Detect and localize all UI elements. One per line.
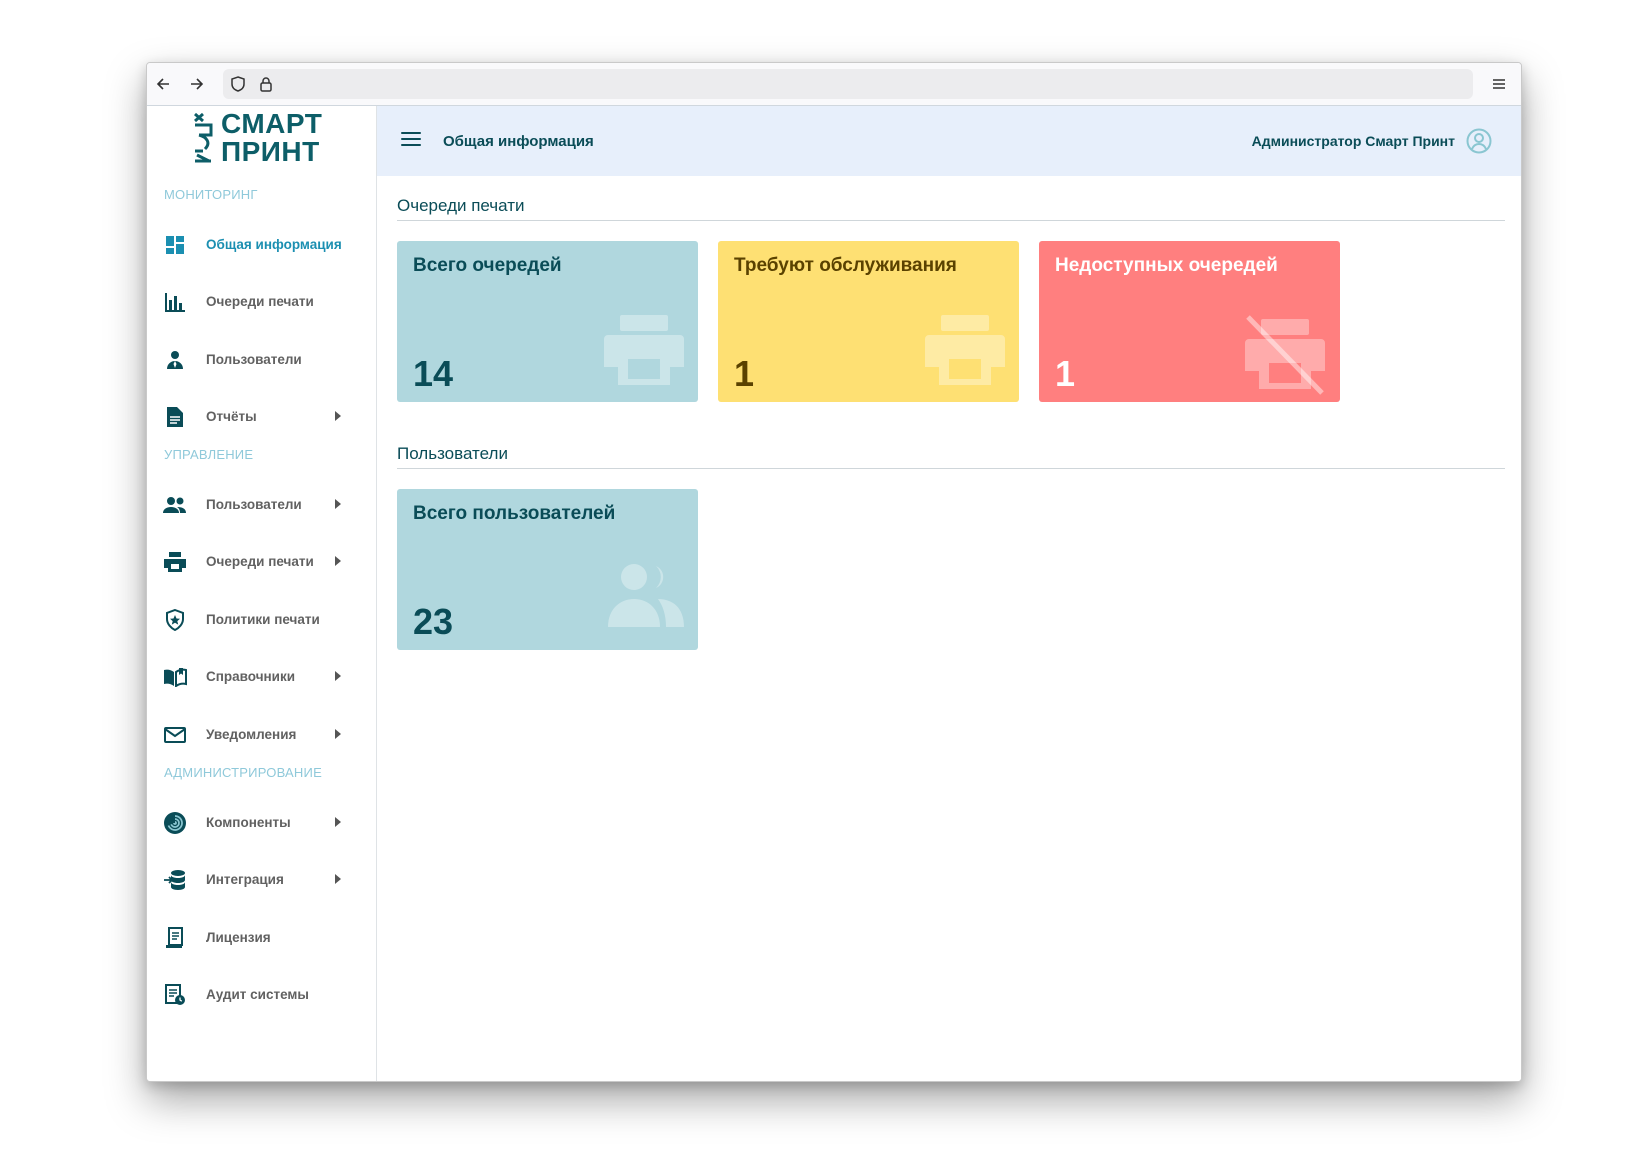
printer-icon [925,315,1005,392]
sidebar-item-directories[interactable]: Справочники [147,657,376,697]
submenu-arrow-icon [335,556,341,566]
sidebar-item-users-management[interactable]: Пользователи [147,485,376,525]
printer-icon [163,550,187,574]
database-import-icon [163,868,187,892]
back-arrow-icon[interactable] [151,72,175,96]
lock-icon [257,75,275,98]
forward-arrow-icon[interactable] [185,72,209,96]
sidebar-item-system-audit[interactable]: Аудит системы [147,975,376,1015]
sidebar-item-components[interactable]: Компоненты [147,803,376,843]
submenu-arrow-icon [335,817,341,827]
section-divider [397,468,1505,469]
queues-section-heading: Очереди печати [397,196,525,215]
hamburger-menu-icon[interactable] [401,132,421,148]
card-value: 1 [734,353,755,394]
smart-print-logo[interactable]: СМАРТ ПРИНТ [191,110,322,166]
address-bar[interactable] [223,69,1473,99]
total-queues-card[interactable]: Всего очередей 14 [397,241,698,402]
total-users-card[interactable]: Всего пользователей 23 [397,489,698,650]
submenu-arrow-icon [335,499,341,509]
sidebar-item-overview[interactable]: Общая информация [147,225,376,265]
section-divider [397,220,1505,221]
users-section-heading: Пользователи [397,444,508,463]
sidebar-item-label: Очереди печати [206,554,314,569]
unavailable-queues-card[interactable]: Недоступных очередей 1 [1039,241,1340,402]
users-icon [608,563,684,632]
printer-icon [604,315,684,392]
card-title: Всего очередей [413,255,562,276]
card-title: Требуют обслуживания [734,255,957,276]
user-avatar-icon[interactable] [1466,128,1492,154]
browser-menu-icon[interactable] [1487,72,1511,96]
bar-chart-icon [163,290,187,314]
sidebar-item-queues-management[interactable]: Очереди печати [147,542,376,582]
submenu-arrow-icon [335,874,341,884]
card-title: Всего пользователей [413,503,616,524]
submenu-arrow-icon [335,729,341,739]
sidebar-item-label: Лицензия [206,930,271,945]
sidebar-item-label: Интеграция [206,872,284,887]
user-name[interactable]: Администратор Смарт Принт [1252,133,1455,149]
sidebar-item-users-monitoring[interactable]: Пользователи [147,340,376,380]
user-tie-icon [163,348,187,372]
sidebar-item-queues-monitoring[interactable]: Очереди печати [147,282,376,322]
printer-off-icon [1244,315,1326,400]
sidebar-item-reports[interactable]: Отчёты [147,397,376,437]
card-value: 1 [1055,353,1076,394]
group-icon [163,493,187,517]
browser-window: СМАРТ ПРИНТ МОНИТОРИНГ Общая информация … [146,62,1522,1082]
sidebar-item-label: Политики печати [206,612,320,627]
swirl-icon [163,811,187,835]
logo-emblem-icon [194,112,213,163]
app-header: Общая информация Администратор Смарт При… [377,106,1521,176]
sidebar-item-label: Отчёты [206,409,257,424]
maintenance-queues-card[interactable]: Требуют обслуживания 1 [718,241,1019,402]
submenu-arrow-icon [335,671,341,681]
sidebar-item-label: Компоненты [206,815,291,830]
sidebar-item-label: Очереди печати [206,294,314,309]
mail-icon [163,723,187,747]
audit-icon [163,983,187,1007]
submenu-arrow-icon [335,411,341,421]
sidebar-item-license[interactable]: Лицензия [147,918,376,958]
section-title-monitoring: МОНИТОРИНГ [164,187,258,202]
sidebar-item-label: Справочники [206,669,296,684]
sidebar-item-print-policies[interactable]: Политики печати [147,600,376,640]
main-content: Общая информация Администратор Смарт При… [377,106,1521,1081]
license-icon [163,926,187,950]
shield-icon [229,75,247,98]
sidebar-item-notifications[interactable]: Уведомления [147,715,376,755]
sidebar: СМАРТ ПРИНТ МОНИТОРИНГ Общая информация … [147,106,377,1081]
logo-line-2: ПРИНТ [221,136,320,167]
sidebar-item-label: Пользователи [206,352,302,367]
card-title: Недоступных очередей [1055,255,1278,276]
browser-toolbar [147,63,1521,106]
sidebar-item-label: Общая информация [206,237,342,252]
section-title-management: УПРАВЛЕНИЕ [164,447,254,462]
section-title-administration: АДМИНИСТРИРОВАНИЕ [164,765,322,780]
sidebar-item-integration[interactable]: Интеграция [147,860,376,900]
logo-line-1: СМАРТ [221,108,323,139]
card-value: 14 [413,353,454,394]
document-icon [163,405,187,429]
book-icon [163,665,187,689]
page-title: Общая информация [443,133,594,150]
sidebar-item-label: Уведомления [206,727,297,742]
card-value: 23 [413,601,454,642]
shield-star-icon [163,608,187,632]
sidebar-item-label: Аудит системы [206,987,309,1002]
sidebar-item-label: Пользователи [206,497,302,512]
dashboard-icon [163,233,187,257]
